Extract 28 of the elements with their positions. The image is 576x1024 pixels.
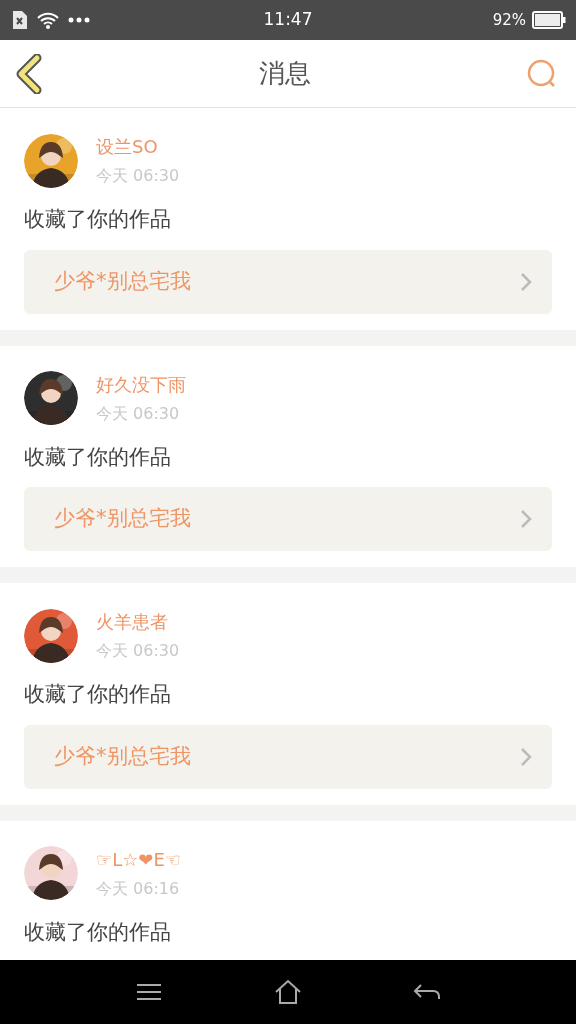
battery-icon <box>532 11 566 29</box>
work-link[interactable]: 少爷*别总宅我 <box>24 724 552 789</box>
message-text: 收藏了你的作品 <box>24 681 172 708</box>
home-icon <box>274 979 302 1005</box>
message-text: 收藏了你的作品 <box>24 206 172 233</box>
chevron-right-icon <box>520 509 532 529</box>
sim-card-icon <box>10 10 28 30</box>
clock: 11:47 <box>262 8 314 32</box>
wifi-icon <box>36 10 60 30</box>
home-button[interactable] <box>274 979 302 1005</box>
battery-percent: 92% <box>492 9 526 31</box>
user-name[interactable]: 好久没下雨 <box>96 370 186 398</box>
back-icon <box>16 53 42 94</box>
chevron-right-icon <box>520 271 532 292</box>
user-name[interactable]: 火羊患者 <box>96 608 180 635</box>
return-icon <box>412 982 441 1002</box>
chevron-right-icon <box>520 746 532 767</box>
more-icon <box>68 17 90 23</box>
work-link[interactable]: 少爷*别总宅我 <box>24 487 552 551</box>
work-link[interactable]: 少爷*别总宅我 <box>24 249 552 314</box>
page-title: 消息 <box>258 57 312 90</box>
user-name[interactable]: 设兰SO <box>96 133 180 160</box>
menu-icon <box>135 982 164 1002</box>
menu-button[interactable] <box>135 982 164 1002</box>
back-nav-button[interactable] <box>412 982 441 1002</box>
user-name[interactable]: ☞L☆❤E☜ <box>96 845 181 873</box>
message-text: 收藏了你的作品 <box>24 443 172 471</box>
message-text: 收藏了你的作品 <box>24 918 172 946</box>
